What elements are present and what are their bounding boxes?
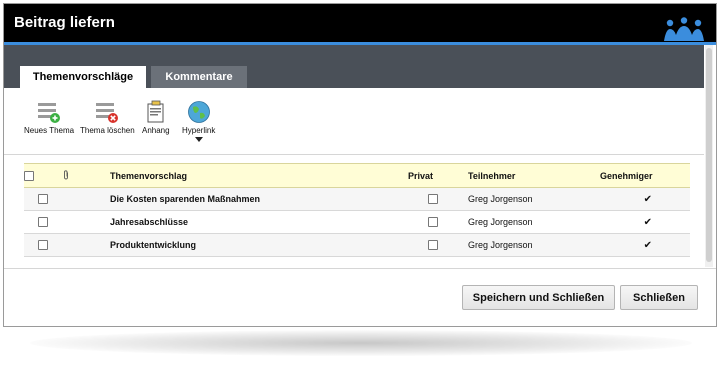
select-all-checkbox[interactable] [24,170,34,181]
table-row[interactable]: Die Kosten sparenden Maßnahmen Greg Jorg… [24,187,690,211]
row-select-cell [24,210,62,234]
private-column-header[interactable]: Privat [408,163,458,188]
title-bar: Beitrag liefern [4,4,716,45]
approved-check-icon: ✔ [643,239,652,251]
private-checkbox[interactable] [428,217,438,228]
row-select-checkbox[interactable] [38,217,48,228]
row-select-cell [24,187,62,211]
row-attachment-cell [62,233,110,257]
topics-table: Themenvorschlag Privat Teilnehmer Genehm… [24,163,690,257]
topic-cell[interactable]: Produktentwicklung [110,233,408,257]
approver-cell: ✔ [600,210,690,234]
save-and-close-button[interactable]: Speichern und Schließen [462,285,615,310]
delete-topic-label: Thema löschen [80,126,135,135]
window-title: Beitrag liefern [14,14,115,31]
approver-cell: ✔ [600,233,690,257]
private-checkbox[interactable] [428,194,438,205]
approved-check-icon: ✔ [643,216,652,228]
private-cell [408,233,458,257]
private-cell [408,187,458,211]
attachment-label: Anhang [142,126,170,135]
participant-cell: Greg Jorgenson [458,233,600,257]
tab-themenvorschlaege[interactable]: Themenvorschläge [20,66,146,88]
globe-icon [187,101,210,123]
new-topic-label: Neues Thema [24,126,75,135]
footer-divider [4,268,716,269]
new-topic-icon [38,103,61,123]
private-cell [408,210,458,234]
approved-check-icon: ✔ [643,193,652,205]
topic-column-header[interactable]: Themenvorschlag [110,163,408,188]
chevron-down-icon[interactable] [194,137,203,142]
tab-bar: Themenvorschläge Kommentare [4,45,704,88]
table-row[interactable]: Produktentwicklung Greg Jorgenson ✔ [24,233,690,257]
topic-cell[interactable]: Jahresabschlüsse [110,210,408,234]
tab-kommentare[interactable]: Kommentare [151,66,247,88]
select-all-cell [24,163,62,188]
attachment-button[interactable]: Anhang [142,100,170,135]
delete-topic-button[interactable]: Thema löschen [80,100,135,135]
hyperlink-button[interactable]: Hyperlink [182,100,215,142]
close-button[interactable]: Schließen [620,285,698,310]
table-header-row: Themenvorschlag Privat Teilnehmer Genehm… [24,163,690,188]
dialog: Beitrag liefern Themenvorschläge Komment… [3,3,717,327]
private-checkbox[interactable] [428,240,438,251]
approver-cell: ✔ [600,187,690,211]
attachment-column-header [62,163,110,188]
dialog-shadow [30,330,692,356]
table-row[interactable]: Jahresabschlüsse Greg Jorgenson ✔ [24,210,690,234]
row-attachment-cell [62,187,110,211]
approver-column-header[interactable]: Genehmiger [600,163,690,188]
paperclip-icon [64,169,68,179]
toolbar-divider [4,154,704,155]
scrollbar-thumb[interactable] [706,48,712,262]
participant-column-header[interactable]: Teilnehmer [458,163,600,188]
brand-logo-icon [664,17,704,41]
row-select-checkbox[interactable] [38,240,48,251]
attachment-icon [147,100,164,123]
delete-topic-icon [96,103,119,123]
toolbar: Neues Thema Thema löschen Anhang Hyperli… [4,88,704,146]
participant-cell: Greg Jorgenson [458,187,600,211]
participant-cell: Greg Jorgenson [458,210,600,234]
row-select-cell [24,233,62,257]
row-attachment-cell [62,210,110,234]
new-topic-button[interactable]: Neues Thema [24,100,74,135]
hyperlink-label: Hyperlink [182,126,216,135]
row-select-checkbox[interactable] [38,194,48,205]
topic-cell[interactable]: Die Kosten sparenden Maßnahmen [110,187,408,211]
